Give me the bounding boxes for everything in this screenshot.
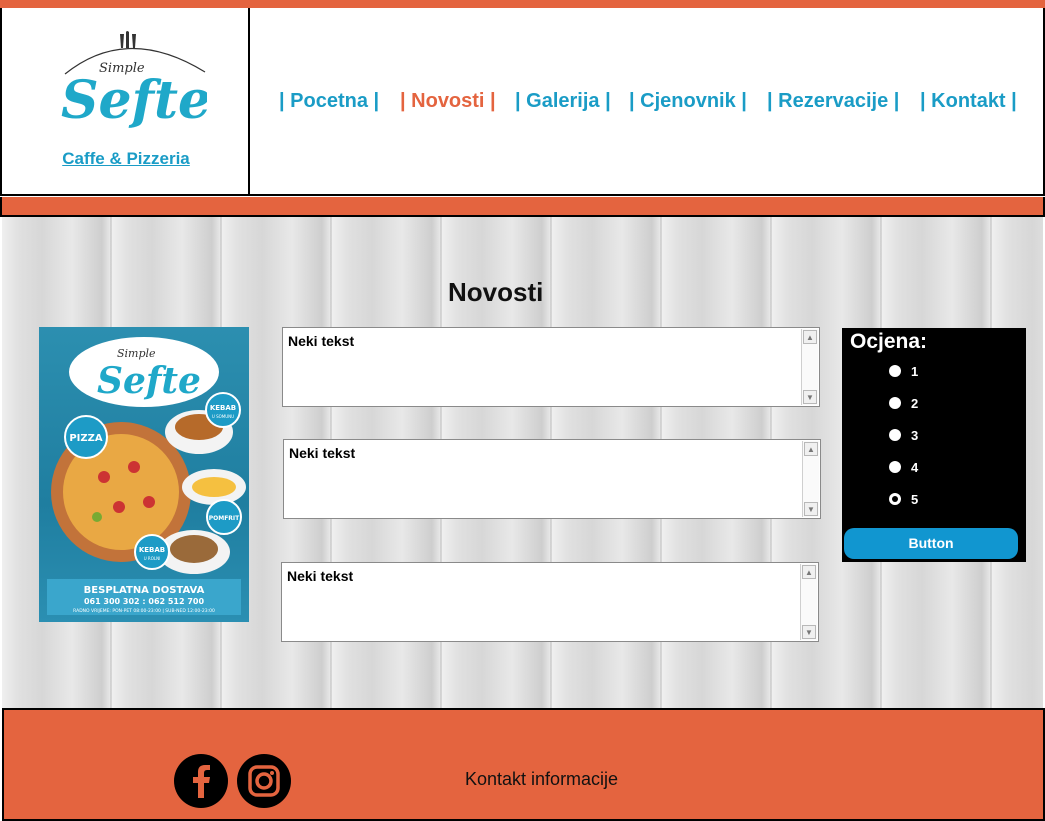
rating-label-1: 1 [911,364,919,379]
nav-pocetna[interactable]: | Pocetna | [279,90,379,113]
poster-phones: 061 300 302 : 062 512 700 [84,597,205,606]
news-text: Neki tekst [288,333,355,349]
pomfrit-badge: POMFRIT [209,515,240,522]
news-textarea-1[interactable]: Neki tekst ▲ ▼ [282,327,820,407]
pizza-badge: PIZZA [69,433,103,444]
nav-rezervacije[interactable]: | Rezervacije | [767,90,899,113]
poster-hours: RADNO VRIJEME: PON-PET 08:00-23:00 | SUB… [73,608,215,614]
logo-name-text: Sefte [61,70,207,131]
nav-kontakt[interactable]: | Kontakt | [920,90,1017,113]
rating-label-4: 4 [911,460,919,475]
top-accent-strip [0,0,1045,8]
header-divider-band [0,197,1045,217]
contact-info-text: Kontakt informacije [465,769,619,789]
scroll-down-icon[interactable]: ▼ [803,390,817,404]
rating-radio-1[interactable] [889,365,901,377]
sefte-logo[interactable]: Simple Sefte [57,30,207,140]
logo-area: Simple Sefte Caffe & Pizzeria [2,8,250,194]
rating-radio-2[interactable] [889,397,901,409]
news-text: Neki tekst [287,568,354,584]
poster-name-text: Sefte [97,360,201,402]
scroll-up-icon[interactable]: ▲ [804,442,818,456]
kebab-badge-1: KEBAB [210,404,236,412]
rating-radio-5[interactable] [889,493,901,505]
rating-label-5: 5 [911,492,919,507]
main-content: Novosti Simple Sefte PIZZA KEBAB U SOMUN… [2,217,1043,709]
scroll-up-icon[interactable]: ▲ [803,330,817,344]
rating-label-2: 2 [911,396,919,411]
site-header: Simple Sefte Caffe & Pizzeria | Pocetna … [0,8,1045,196]
poster-delivery: BESPLATNA DOSTAVA [84,585,205,596]
nav-cjenovnik[interactable]: | Cjenovnik | [629,90,747,113]
kebab-badge-1-sub: U SOMUNU [212,414,234,419]
rating-panel: Ocjena: 1 2 3 4 5 Button [842,328,1026,562]
news-text: Neki tekst [289,445,356,461]
nav-galerija[interactable]: | Galerija | [515,90,611,113]
rating-radio-3[interactable] [889,429,901,441]
caffe-pizzeria-link[interactable]: Caffe & Pizzeria [2,149,250,169]
news-textarea-2[interactable]: Neki tekst ▲ ▼ [283,439,821,519]
scrollbar[interactable]: ▲ ▼ [802,441,819,517]
poster-image: Simple Sefte PIZZA KEBAB U SOMUNU POMFRI… [47,337,246,615]
scrollbar[interactable]: ▲ ▼ [800,564,817,640]
scroll-up-icon[interactable]: ▲ [802,565,816,579]
rating-label-3: 3 [911,428,919,443]
scroll-down-icon[interactable]: ▼ [804,502,818,516]
kebab-badge-2: KEBAB [139,546,165,554]
kebab-badge-2-sub: U ROLNI [144,556,161,561]
news-textarea-3[interactable]: Neki tekst ▲ ▼ [281,562,819,642]
page-title: Novosti [448,277,544,307]
rating-radio-4[interactable] [889,461,901,473]
poster-script-text: Simple [117,347,156,360]
nav-novosti[interactable]: | Novosti | [400,90,496,113]
promo-poster: Simple Sefte PIZZA KEBAB U SOMUNU POMFRI… [39,327,249,622]
rating-submit-button[interactable]: Button [844,528,1018,559]
scrollbar[interactable]: ▲ ▼ [801,329,818,405]
rating-title: Ocjena: [850,330,928,353]
facebook-icon[interactable] [174,754,228,808]
scroll-down-icon[interactable]: ▼ [802,625,816,639]
instagram-icon[interactable] [237,754,291,808]
site-footer: Kontakt informacije [2,708,1045,821]
